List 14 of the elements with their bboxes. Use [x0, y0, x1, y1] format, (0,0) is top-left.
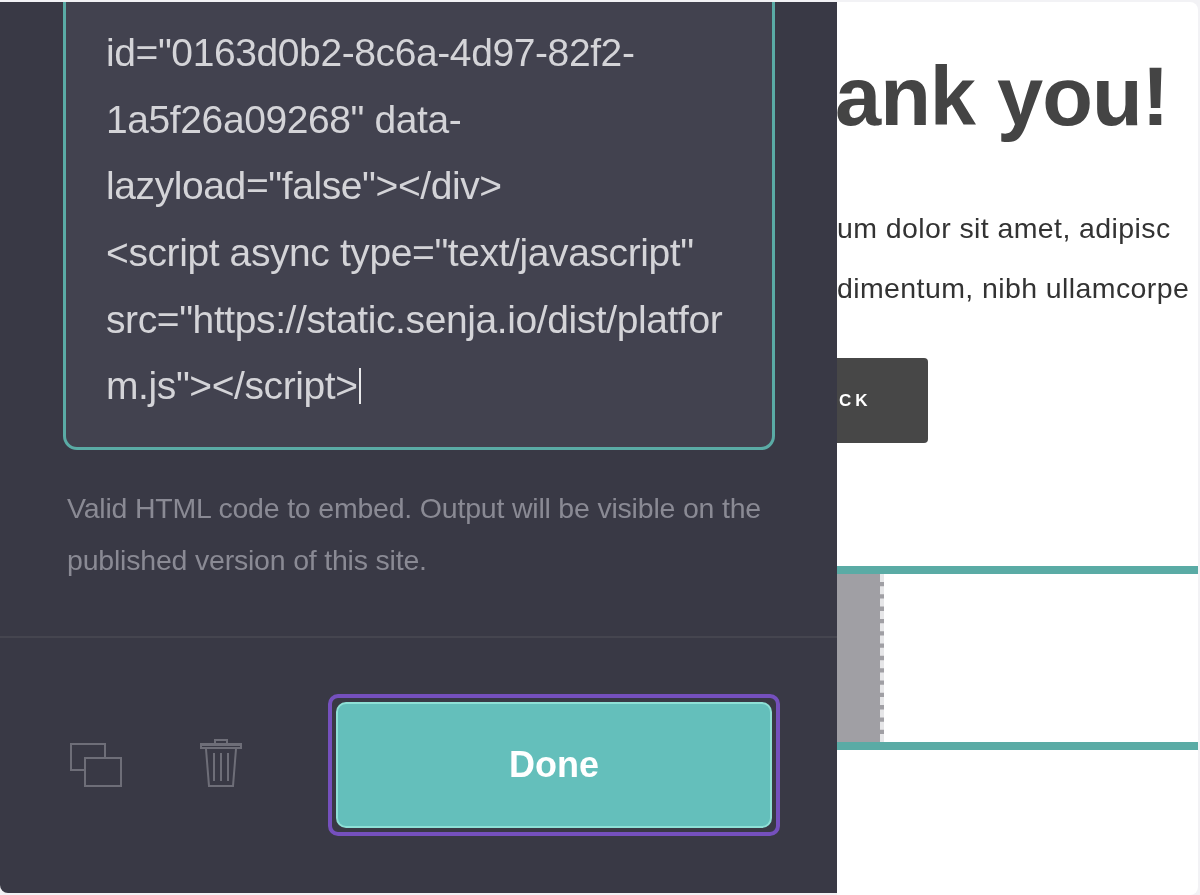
code-field[interactable]: id="0163d0b2-8c6a-4d97-82f2- 1a5f26a09268" data- lazyload="false"></div> <script async type="text/javascript" src="https://static.senja.io/dist/platfor m.js"></script> — [63, 2, 775, 450]
code-line: lazyload="false"></div> — [106, 163, 503, 210]
page-heading: ank you! — [837, 52, 1170, 142]
code-line: src="https://static.senja.io/dist/platfor — [106, 296, 724, 343]
code-line: m.js"></script> — [106, 352, 772, 420]
code-line: id="0163d0b2-8c6a-4d97-82f2- — [106, 30, 636, 77]
code-line: <script async type="text/javascript" — [106, 230, 695, 277]
back-button[interactable]: CK — [837, 358, 928, 443]
duplicate-icon[interactable] — [70, 743, 122, 787]
help-text: Valid HTML code to embed. Output will be visible on the published version of this site. — [67, 491, 762, 578]
trash-icon[interactable] — [200, 739, 242, 787]
paragraph-line: um dolor sit amet, adipisc — [837, 211, 1172, 246]
paragraph-line: dimentum, nibh ullamcorpe — [837, 271, 1191, 306]
code-line: 1a5f26a09268" data- — [106, 96, 463, 143]
